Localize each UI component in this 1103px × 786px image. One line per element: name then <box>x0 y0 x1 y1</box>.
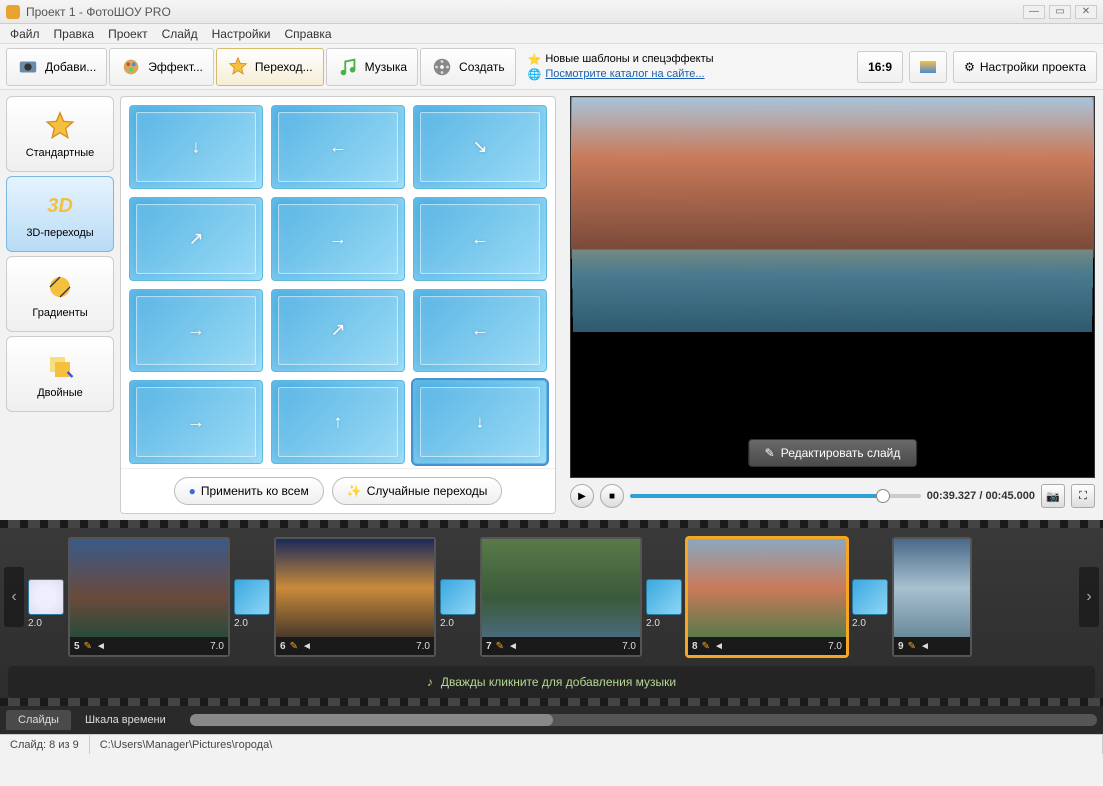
timeline-tab-timescale[interactable]: Шкала времени <box>73 710 178 730</box>
globe-icon: ● <box>189 484 196 498</box>
transitions-panel: Стандартные 3D3D-переходы Градиенты Двой… <box>0 90 562 520</box>
timeline-scrollbar[interactable] <box>190 714 1097 726</box>
tab-transitions[interactable]: Переход... <box>216 48 324 86</box>
time-display: 00:39.327 / 00:45.000 <box>927 490 1035 502</box>
category-double[interactable]: Двойные <box>6 336 114 412</box>
menubar: Файл Правка Проект Слайд Настройки Справ… <box>0 24 1103 44</box>
tab-create[interactable]: Создать <box>420 48 516 86</box>
transition-chip[interactable] <box>28 579 64 615</box>
gear-icon: ⚙ <box>964 60 975 74</box>
pencil-icon: ✎ <box>702 641 710 652</box>
snapshot-button[interactable]: 📷 <box>1041 484 1065 508</box>
pencil-icon: ✎ <box>496 641 504 652</box>
menu-help[interactable]: Справка <box>284 27 331 41</box>
category-standard[interactable]: Стандартные <box>6 96 114 172</box>
project-settings-button[interactable]: ⚙Настройки проекта <box>953 51 1097 83</box>
music-icon: ♪ <box>427 675 433 689</box>
transition-thumb[interactable]: ↘ <box>413 105 547 189</box>
pencil-icon: ✎ <box>290 641 298 652</box>
timeline-slide[interactable]: 6✎◄7.0 <box>274 537 436 657</box>
transition-thumb[interactable]: ← <box>413 289 547 373</box>
maximize-button[interactable]: ▭ <box>1049 5 1071 19</box>
menu-file[interactable]: Файл <box>10 27 40 41</box>
music-track[interactable]: ♪Дважды кликните для добавления музыки <box>8 666 1095 698</box>
transition-chip[interactable] <box>440 579 476 615</box>
transition-chip[interactable] <box>852 579 888 615</box>
timeline-slide[interactable]: 7✎◄7.0 <box>480 537 642 657</box>
transition-thumb[interactable]: ↗ <box>271 289 405 373</box>
menu-edit[interactable]: Правка <box>54 27 95 41</box>
play-button[interactable]: ▶ <box>570 484 594 508</box>
menu-settings[interactable]: Настройки <box>212 27 271 41</box>
wand-icon: ✨ <box>347 484 362 498</box>
timeline-next-button[interactable]: › <box>1079 567 1099 627</box>
tab-add[interactable]: Добави... <box>6 48 107 86</box>
info-templates: Новые шаблоны и спецэффекты <box>545 53 713 65</box>
status-slide: Слайд: 8 из 9 <box>0 735 90 754</box>
transition-thumb[interactable]: ↑ <box>271 380 405 464</box>
preview-panel: ✎Редактировать слайд ▶ ■ 00:39.327 / 00:… <box>562 90 1103 520</box>
menu-slide[interactable]: Слайд <box>162 27 198 41</box>
seek-bar[interactable] <box>630 494 921 498</box>
transition-thumb[interactable]: → <box>129 289 263 373</box>
category-gradients[interactable]: Градиенты <box>6 256 114 332</box>
transition-chip[interactable] <box>234 579 270 615</box>
transition-thumb[interactable]: ↗ <box>129 197 263 281</box>
transition-thumb[interactable]: → <box>129 380 263 464</box>
background-button[interactable] <box>909 51 947 83</box>
pencil-icon: ✎ <box>908 641 916 652</box>
star-icon: ⭐ <box>528 53 542 66</box>
transition-chip[interactable] <box>646 579 682 615</box>
statusbar: Слайд: 8 из 9 C:\Users\Manager\Pictures\… <box>0 734 1103 754</box>
transition-thumb[interactable]: ↓ <box>413 380 547 464</box>
minimize-button[interactable]: — <box>1023 5 1045 19</box>
preview-viewport: ✎Редактировать слайд <box>570 96 1095 478</box>
transition-thumb[interactable]: → <box>271 197 405 281</box>
toolbar: Добави... Эффект... Переход... Музыка Со… <box>0 44 1103 90</box>
transition-thumb[interactable]: ↓ <box>129 105 263 189</box>
timeline-prev-button[interactable]: ‹ <box>4 567 24 627</box>
timeline-tab-slides[interactable]: Слайды <box>6 710 71 730</box>
transition-thumb[interactable]: ← <box>271 105 405 189</box>
apply-all-button[interactable]: ●Применить ко всем <box>174 477 324 505</box>
timeline-slide[interactable]: 8✎◄7.0 <box>686 537 848 657</box>
globe-icon: 🌐 <box>528 68 542 81</box>
window-title: Проект 1 - ФотоШОУ PRO <box>26 5 171 19</box>
timeline: ‹ 2.0 5✎◄7.0 2.0 6✎◄7.0 2.0 7✎◄7.0 2.0 8… <box>0 520 1103 734</box>
pencil-icon: ✎ <box>765 446 775 460</box>
menu-project[interactable]: Проект <box>108 27 148 41</box>
stop-button[interactable]: ■ <box>600 484 624 508</box>
tab-effects[interactable]: Эффект... <box>109 48 214 86</box>
category-3d[interactable]: 3D3D-переходы <box>6 176 114 252</box>
pencil-icon: ✎ <box>84 641 92 652</box>
edit-slide-button[interactable]: ✎Редактировать слайд <box>748 439 918 467</box>
transition-thumb[interactable]: ← <box>413 197 547 281</box>
tab-music[interactable]: Музыка <box>326 48 418 86</box>
aspect-ratio-button[interactable]: 16:9 <box>857 51 903 83</box>
timeline-slide[interactable]: 9✎◄ <box>892 537 972 657</box>
info-catalog-link[interactable]: Посмотрите каталог на сайте... <box>545 68 704 80</box>
transitions-grid: ↓ ← ↘ ↗ → ← → ↗ ← → ↑ ↓ <box>121 97 555 468</box>
close-button[interactable]: ✕ <box>1075 5 1097 19</box>
titlebar: Проект 1 - ФотоШОУ PRO — ▭ ✕ <box>0 0 1103 24</box>
status-path: C:\Users\Manager\Pictures\города\ <box>90 735 1103 754</box>
app-icon <box>6 5 20 19</box>
random-transitions-button[interactable]: ✨Случайные переходы <box>332 477 503 505</box>
info-links: ⭐Новые шаблоны и спецэффекты 🌐Посмотрите… <box>528 53 714 81</box>
timeline-slide[interactable]: 5✎◄7.0 <box>68 537 230 657</box>
fullscreen-button[interactable]: ⛶ <box>1071 484 1095 508</box>
